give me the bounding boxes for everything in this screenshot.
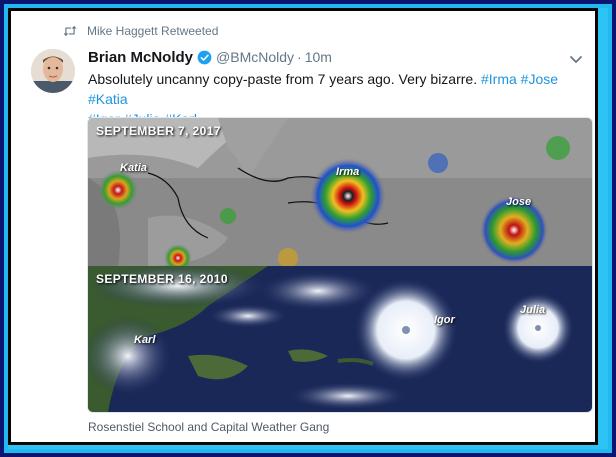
tweet-media[interactable]: SEPTEMBER 7, 2017 Katia Irma Jose SEPTEM… xyxy=(87,117,593,413)
retweet-context: Mike Haggett Retweeted xyxy=(63,23,218,39)
tweet-timestamp[interactable]: 10m xyxy=(305,49,332,65)
retweeted-by-text[interactable]: Mike Haggett Retweeted xyxy=(87,24,218,38)
hashtag-link[interactable]: #Jose xyxy=(521,71,558,87)
avatar-photo xyxy=(31,49,75,93)
storm-label-karl: Karl xyxy=(134,334,156,346)
hashtag-link[interactable]: #Katia xyxy=(88,91,128,107)
media-caption: Rosenstiel School and Capital Weather Ga… xyxy=(88,420,330,434)
chevron-down-icon[interactable] xyxy=(569,55,583,65)
hashtag-link[interactable]: #Irma xyxy=(481,71,517,87)
author-display-name[interactable]: Brian McNoldy xyxy=(88,49,193,66)
satellite-image-2017 xyxy=(88,118,592,266)
tweet-header: Brian McNoldy @BMcNoldy · 10m xyxy=(88,47,332,67)
tweet-card: Mike Haggett Retweeted Brian McNoldy @BM… xyxy=(8,8,598,445)
verified-badge-icon xyxy=(197,50,212,64)
satellite-image-2010 xyxy=(88,266,592,412)
date-label-2010: SEPTEMBER 16, 2010 xyxy=(96,272,228,286)
date-label-2017: SEPTEMBER 7, 2017 xyxy=(96,124,221,138)
storm-label-igor: Igor xyxy=(434,314,455,326)
separator-dot: · xyxy=(297,49,302,65)
tweet-body: Absolutely uncanny copy-paste from 7 yea… xyxy=(88,71,478,87)
avatar[interactable] xyxy=(31,49,75,93)
storm-label-jose: Jose xyxy=(506,196,532,208)
retweet-icon xyxy=(63,25,77,37)
storm-label-katia: Katia xyxy=(120,162,147,174)
storm-label-julia: Julia xyxy=(520,304,546,316)
storm-label-irma: Irma xyxy=(336,166,360,178)
author-handle[interactable]: @BMcNoldy xyxy=(216,49,294,65)
